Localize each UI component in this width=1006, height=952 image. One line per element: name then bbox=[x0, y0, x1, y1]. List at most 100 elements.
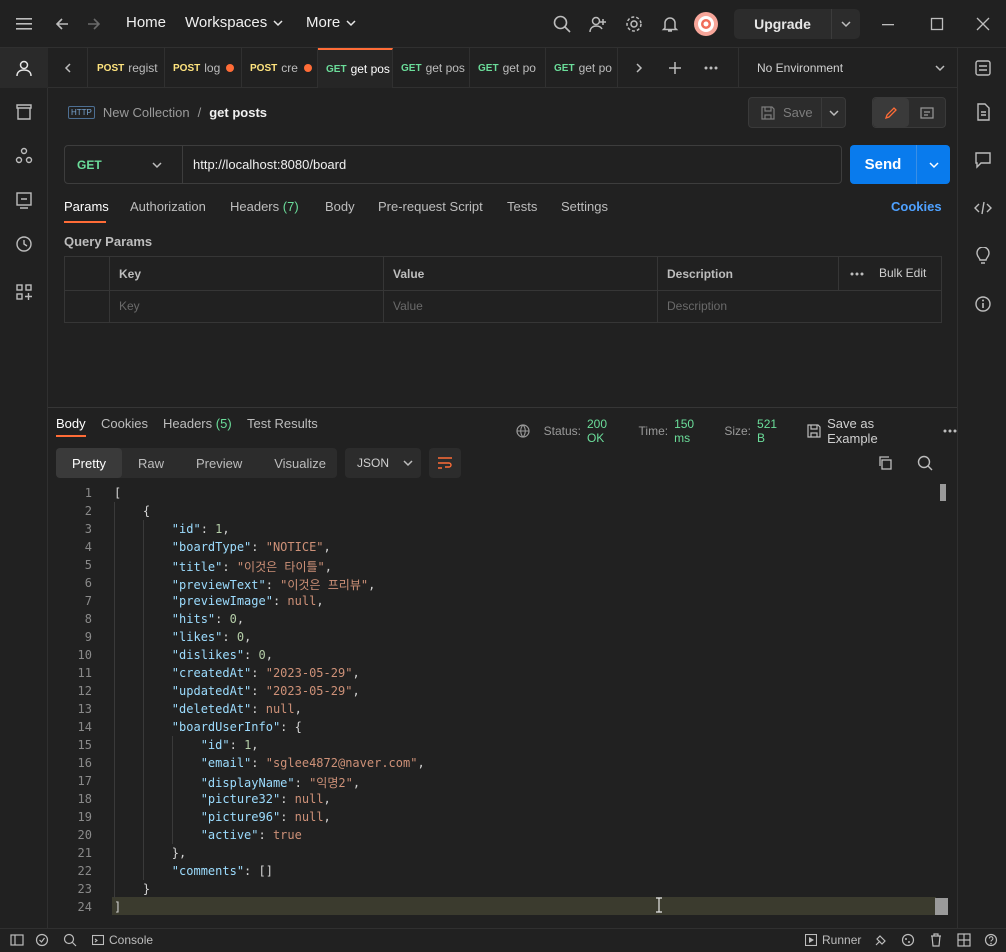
comment-view-icon[interactable] bbox=[909, 98, 945, 127]
back-arrow-icon[interactable] bbox=[50, 12, 74, 36]
nav-home[interactable]: Home bbox=[126, 14, 166, 31]
code-snippet-icon[interactable] bbox=[971, 196, 995, 220]
editor-scrollbar-thumb[interactable] bbox=[940, 484, 946, 501]
search-response-icon[interactable] bbox=[917, 455, 933, 471]
documentation-icon[interactable] bbox=[971, 100, 995, 124]
invite-user-icon[interactable] bbox=[586, 12, 610, 36]
request-tab[interactable]: GET get pos bbox=[318, 48, 393, 88]
time-value[interactable]: 150 ms bbox=[674, 417, 712, 445]
request-tab[interactable]: POST regist bbox=[89, 48, 165, 88]
language-select[interactable]: JSON bbox=[345, 448, 421, 478]
edit-pencil-icon[interactable] bbox=[873, 98, 909, 127]
environment-quick-look-icon[interactable] bbox=[971, 56, 995, 80]
info-icon[interactable] bbox=[971, 292, 995, 316]
two-pane-view-icon[interactable] bbox=[957, 933, 971, 947]
environments-icon[interactable] bbox=[12, 188, 36, 212]
size-value[interactable]: 521 B bbox=[757, 417, 787, 445]
more-options-icon[interactable] bbox=[943, 429, 957, 433]
notification-bell-icon[interactable] bbox=[658, 12, 682, 36]
send-button[interactable]: Send bbox=[850, 145, 950, 184]
tab-settings[interactable]: Settings bbox=[561, 199, 608, 214]
column-header-description: Description bbox=[667, 267, 734, 281]
response-tab-cookies[interactable]: Cookies bbox=[101, 416, 148, 431]
apis-icon[interactable] bbox=[12, 144, 36, 168]
nav-more[interactable]: More bbox=[306, 14, 356, 31]
wrap-lines-icon[interactable] bbox=[429, 448, 461, 478]
status-value[interactable]: 200 OK bbox=[587, 417, 627, 445]
tabs-more-icon[interactable] bbox=[698, 48, 724, 88]
runner-button[interactable]: Runner bbox=[805, 933, 861, 947]
close-window-icon[interactable] bbox=[971, 12, 995, 36]
tab-headers[interactable]: Headers (7) bbox=[230, 199, 299, 214]
online-status-icon[interactable] bbox=[35, 933, 49, 947]
chevron-down-icon[interactable] bbox=[917, 160, 950, 170]
trash-icon[interactable] bbox=[929, 933, 943, 947]
cookies-link[interactable]: Cookies bbox=[891, 199, 942, 214]
toggle-sidebar-icon[interactable] bbox=[10, 933, 24, 947]
description-input[interactable]: Description bbox=[667, 299, 727, 313]
copy-icon[interactable] bbox=[877, 455, 893, 471]
method-select[interactable]: GET bbox=[65, 146, 183, 183]
format-visualize[interactable]: Visualize bbox=[258, 448, 342, 478]
forward-arrow-icon[interactable] bbox=[82, 12, 106, 36]
tabs-scroll-right-icon[interactable] bbox=[626, 48, 652, 88]
tab-body[interactable]: Body bbox=[325, 199, 355, 214]
bulk-edit-link[interactable]: Bulk Edit bbox=[879, 266, 926, 280]
format-preview[interactable]: Preview bbox=[180, 448, 258, 478]
environment-selector[interactable]: No Environment bbox=[738, 48, 957, 88]
request-tab[interactable]: POST log bbox=[165, 48, 242, 88]
globe-icon[interactable] bbox=[516, 424, 530, 438]
search-icon[interactable] bbox=[550, 12, 574, 36]
url-input[interactable]: http://localhost:8080/board bbox=[193, 157, 346, 172]
format-pretty[interactable]: Pretty bbox=[56, 448, 122, 478]
settings-gear-icon[interactable] bbox=[622, 12, 646, 36]
user-icon[interactable] bbox=[12, 56, 36, 80]
save-button[interactable]: Save bbox=[748, 97, 846, 128]
tab-tests[interactable]: Tests bbox=[507, 199, 537, 214]
line-number: 23 bbox=[77, 882, 92, 896]
comments-icon[interactable] bbox=[971, 148, 995, 172]
response-tab-headers[interactable]: Headers (5) bbox=[163, 416, 232, 431]
response-tab-body[interactable]: Body bbox=[56, 416, 86, 431]
request-tab[interactable]: POST cre bbox=[242, 48, 318, 88]
value-input[interactable]: Value bbox=[393, 299, 423, 313]
code-line: ] bbox=[114, 900, 121, 914]
add-workbench-icon[interactable] bbox=[12, 280, 36, 304]
breadcrumb-request[interactable]: get posts bbox=[209, 105, 267, 120]
nav-workspaces[interactable]: Workspaces bbox=[185, 14, 283, 31]
maximize-window-icon[interactable] bbox=[925, 12, 949, 36]
more-options-icon[interactable] bbox=[850, 272, 864, 276]
request-tab[interactable]: GET get po bbox=[546, 48, 618, 88]
lightbulb-icon[interactable] bbox=[971, 244, 995, 268]
chevron-down-icon[interactable] bbox=[829, 108, 839, 118]
key-input[interactable]: Key bbox=[119, 299, 140, 313]
language-label: JSON bbox=[357, 456, 390, 470]
console-button[interactable]: Console bbox=[92, 933, 153, 947]
tab-params[interactable]: Params bbox=[64, 199, 109, 214]
avatar[interactable] bbox=[694, 12, 718, 36]
tab-authorization[interactable]: Authorization bbox=[130, 199, 206, 214]
cookies-icon[interactable] bbox=[901, 933, 915, 947]
code-token: : [] bbox=[244, 864, 273, 878]
minimize-window-icon[interactable] bbox=[876, 12, 900, 36]
upgrade-button[interactable]: Upgrade bbox=[734, 9, 860, 39]
history-icon[interactable] bbox=[12, 232, 36, 256]
request-tab[interactable]: GET get pos bbox=[393, 48, 470, 88]
capture-requests-icon[interactable] bbox=[874, 933, 888, 947]
new-tab-plus-icon[interactable] bbox=[662, 48, 688, 88]
save-as-example-button[interactable]: Save as Example bbox=[827, 416, 925, 446]
hamburger-menu-icon[interactable] bbox=[12, 12, 36, 36]
code-token: : bbox=[280, 810, 295, 824]
tab-prerequest-script[interactable]: Pre-request Script bbox=[378, 199, 483, 214]
response-body-editor[interactable]: 1 [2 {3 "id": 1, 4 "boardType": "NOTICE", 5… bbox=[48, 484, 957, 916]
find-replace-icon[interactable] bbox=[63, 933, 77, 947]
response-divider[interactable] bbox=[48, 407, 957, 408]
format-raw[interactable]: Raw bbox=[122, 448, 180, 478]
tabs-scroll-left-icon[interactable] bbox=[48, 48, 88, 88]
collections-icon[interactable] bbox=[12, 100, 36, 124]
breadcrumb-collection[interactable]: New Collection bbox=[103, 105, 190, 120]
request-tab[interactable]: GET get po bbox=[470, 48, 546, 88]
response-tab-test-results[interactable]: Test Results bbox=[247, 416, 318, 431]
help-icon[interactable] bbox=[984, 933, 998, 947]
chevron-down-icon[interactable] bbox=[832, 19, 860, 29]
